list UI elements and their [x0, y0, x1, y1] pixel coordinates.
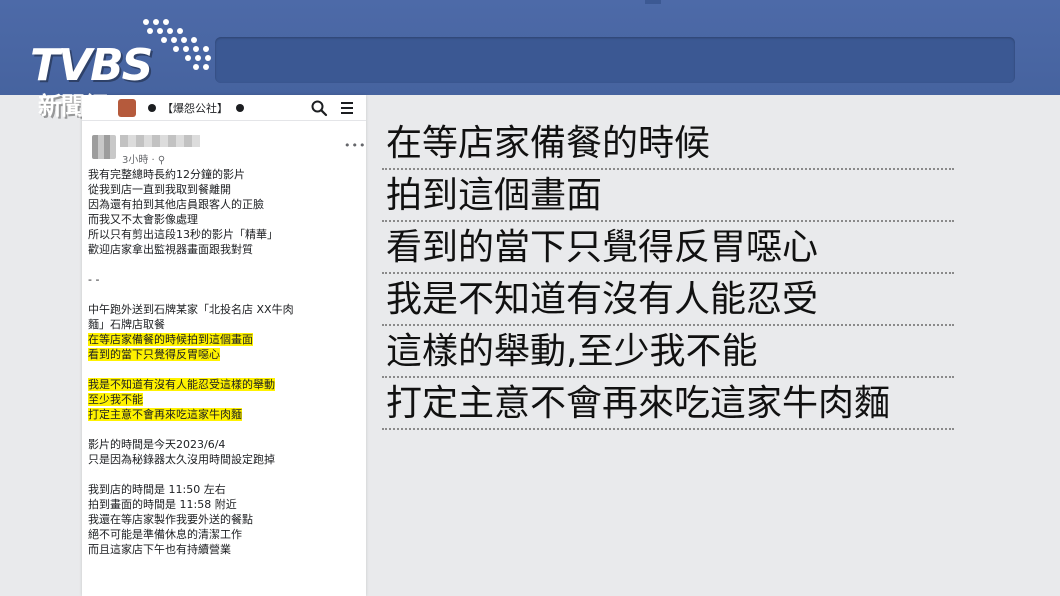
- highlighted-line: 打定主意不會再來吃這家牛肉麵: [88, 408, 242, 421]
- top-band-notch: [645, 0, 661, 4]
- highlighted-line: 看到的當下只覺得反胃噁心: [88, 348, 220, 361]
- group-avatar[interactable]: [118, 99, 136, 117]
- highlighted-line: 我是不知道有沒有人能忍受這樣的舉動: [88, 378, 275, 391]
- quote-line: 在等店家備餐的時候: [382, 118, 954, 170]
- post-body: 我有完整總時長約12分鐘的影片 從我到店一直到我取到餐離開 因為還有拍到其他店員…: [88, 167, 362, 557]
- post-line: 從我到店一直到我取到餐離開: [88, 183, 231, 196]
- post-line: 而且這家店下午也有持續營業: [88, 543, 231, 556]
- post-line: 歡迎店家拿出監視器畫面跟我對質: [88, 243, 253, 256]
- quote-line: 這樣的舉動,至少我不能: [382, 326, 954, 378]
- post-line: 絕不可能是準備休息的清潔工作: [88, 528, 242, 541]
- post-line: 拍到畫面的時間是 11:58 附近: [88, 498, 237, 511]
- group-header: 【爆怨公社】: [82, 95, 366, 121]
- group-name[interactable]: 【爆怨公社】: [162, 100, 228, 116]
- post-screenshot: 【爆怨公社】 3小時 · ⚲ ••• 我有完整總時長約12分鐘的影片 從我到店一…: [82, 95, 366, 596]
- quote-panel: 在等店家備餐的時候 拍到這個畫面 看到的當下只覺得反胃噁心 我是不知道有沒有人能…: [382, 118, 954, 430]
- highlighted-line: 在等店家備餐的時候拍到這個畫面: [88, 333, 253, 346]
- post-separator: - -: [88, 273, 100, 286]
- quote-line: 打定主意不會再來吃這家牛肉麵: [382, 378, 954, 430]
- post-line: 中午跑外送到石牌某家「北投名店 XX牛肉: [88, 303, 294, 316]
- post-line: 影片的時間是今天2023/6/4: [88, 438, 226, 451]
- poster-avatar[interactable]: [92, 135, 116, 159]
- quote-line: 我是不知道有沒有人能忍受: [382, 274, 954, 326]
- logo-wordmark: TVBS: [30, 40, 153, 91]
- more-options-icon[interactable]: •••: [344, 139, 366, 152]
- post-line: 我到店的時間是 11:50 左右: [88, 483, 226, 496]
- post-line: 只是因為秘錄器太久沒用時間設定跑掉: [88, 453, 275, 466]
- poster-name-blurred[interactable]: [120, 135, 200, 147]
- post-line: 我有完整總時長約12分鐘的影片: [88, 168, 245, 181]
- quote-line: 看到的當下只覺得反胃噁心: [382, 222, 954, 274]
- post-line: 因為還有拍到其他店員跟客人的正臉: [88, 198, 264, 211]
- post-meta: 3小時 · ⚲: [122, 155, 166, 166]
- post-line: 我還在等店家製作我要外送的餐點: [88, 513, 253, 526]
- status-dot-icon: [148, 104, 156, 112]
- status-dot-icon: [236, 104, 244, 112]
- highlighted-line: 至少我不能: [88, 393, 143, 406]
- post-line: 而我又不太會影像處理: [88, 213, 198, 226]
- menu-icon[interactable]: [338, 99, 356, 117]
- search-bar[interactable]: [215, 37, 1015, 83]
- post-line: 所以只有剪出這段13秒的影片「精華」: [88, 228, 278, 241]
- post-line: 麵」石牌店取餐: [88, 318, 165, 331]
- quote-line: 拍到這個畫面: [382, 170, 954, 222]
- search-icon[interactable]: [310, 99, 328, 117]
